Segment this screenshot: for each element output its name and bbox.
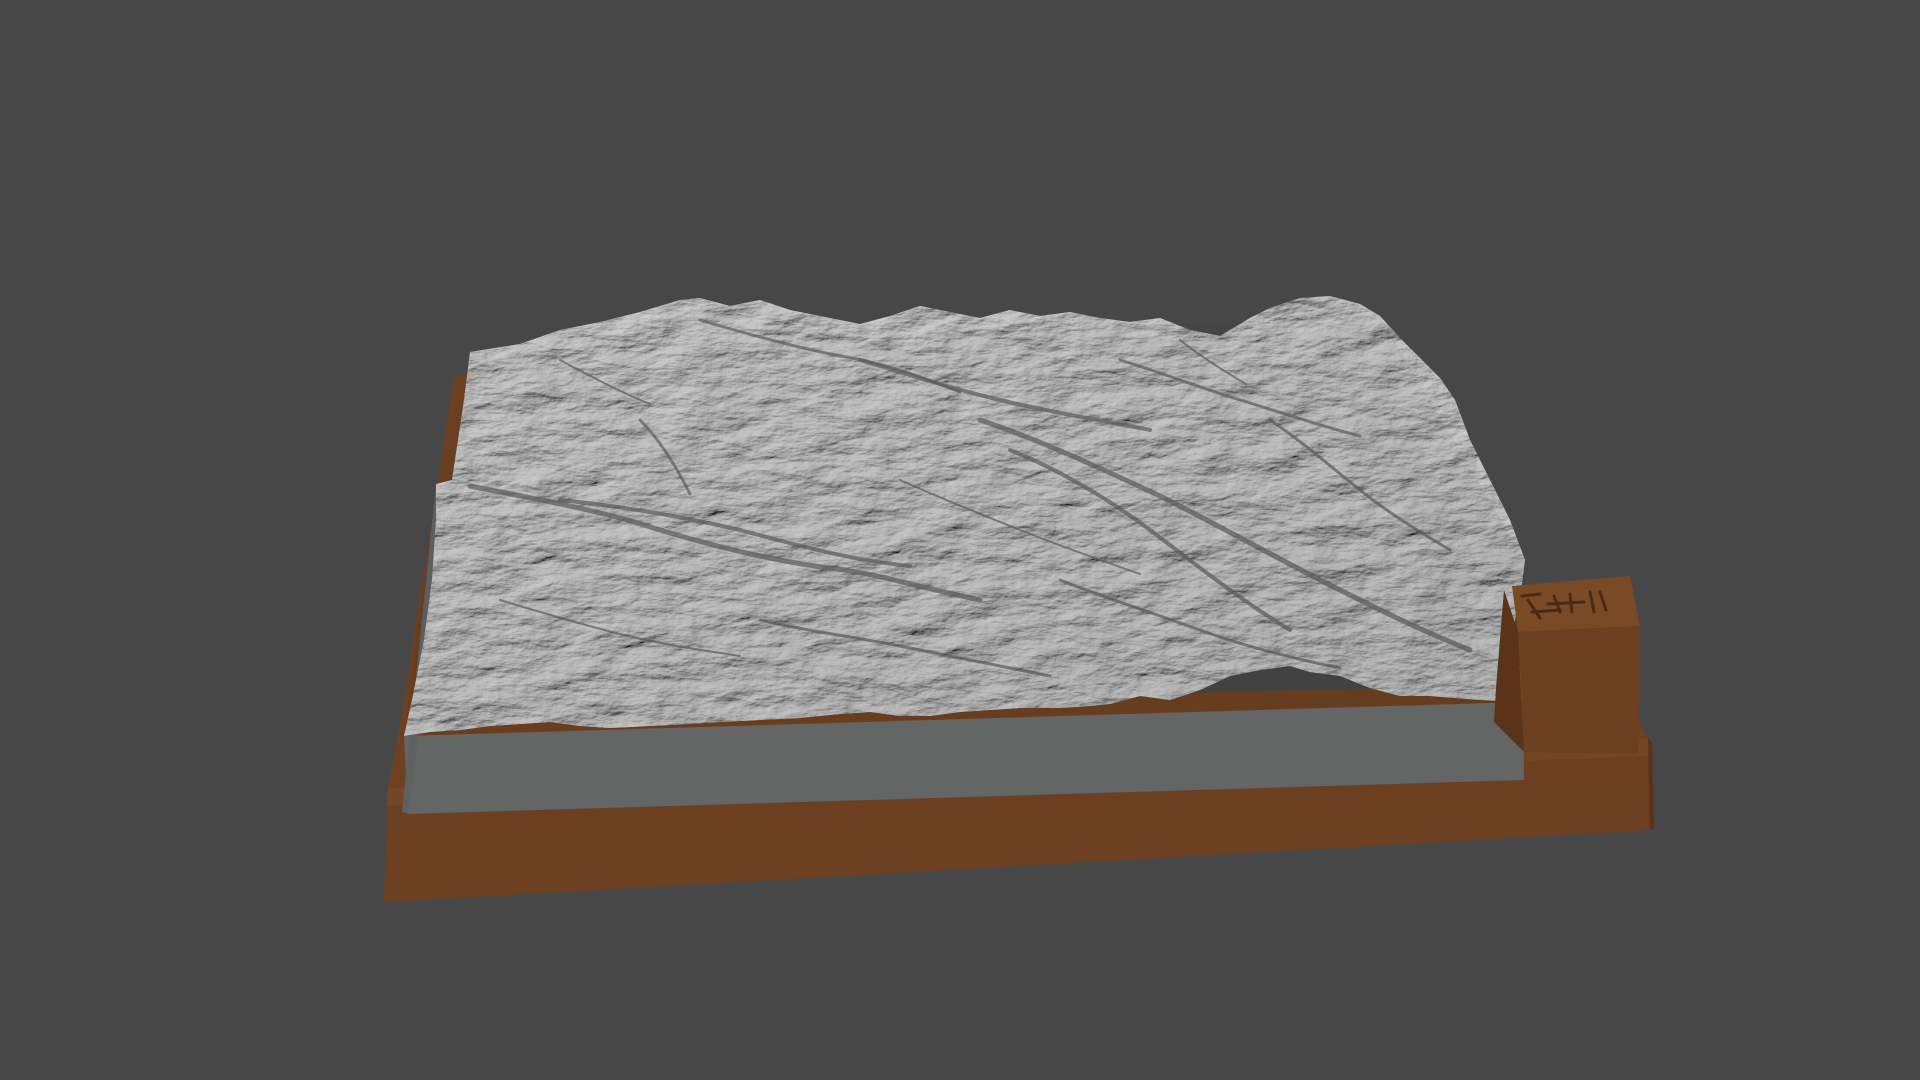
corner-label-block[interactable] xyxy=(1494,576,1640,754)
engraved-stroke xyxy=(1530,608,1562,614)
terrain-relief[interactable] xyxy=(404,296,1525,736)
block-front xyxy=(1518,626,1640,754)
engraved-stroke xyxy=(1520,592,1542,598)
engraved-stroke xyxy=(1568,592,1574,614)
terrain-shade-overlay xyxy=(404,316,1525,736)
scene-render[interactable] xyxy=(0,0,1920,1080)
3d-viewport[interactable] xyxy=(0,0,1920,1080)
engraved-stroke xyxy=(1546,600,1586,606)
